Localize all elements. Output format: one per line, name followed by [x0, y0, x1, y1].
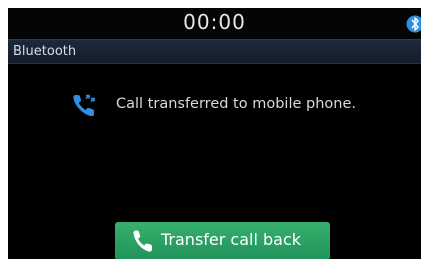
head-unit-screen: 00:00 Bluetooth Call transferred to mobi…: [8, 8, 421, 259]
bluetooth-connected-icon: [406, 15, 421, 33]
title-bar: Bluetooth: [8, 39, 421, 64]
page-title: Bluetooth: [13, 44, 77, 59]
transfer-call-back-button[interactable]: Transfer call back: [115, 222, 330, 259]
call-transfer-icon: [73, 94, 95, 117]
transfer-call-back-label: Transfer call back: [161, 230, 302, 249]
status-bar: 00:00: [8, 8, 421, 39]
clock: 00:00: [183, 10, 246, 34]
status-message: Call transferred to mobile phone.: [116, 96, 357, 112]
phone-handset-icon: [133, 230, 152, 252]
